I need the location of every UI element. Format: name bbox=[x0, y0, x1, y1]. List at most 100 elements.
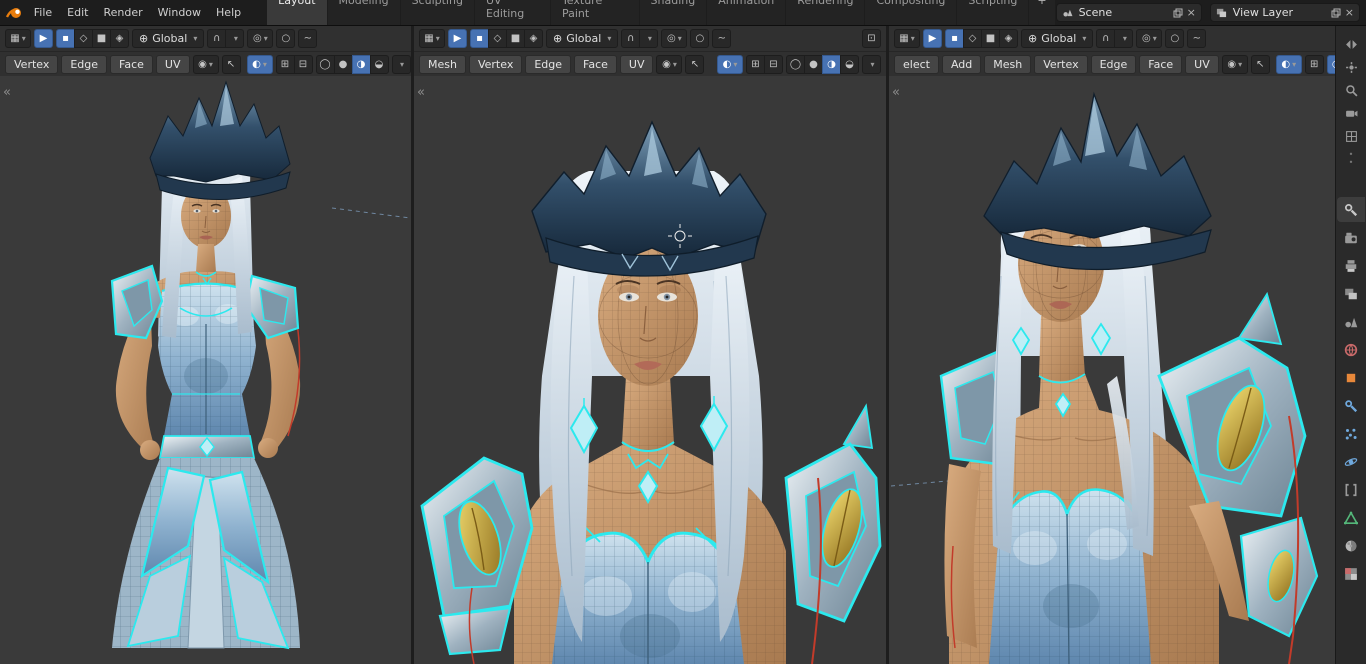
view-layer-selector[interactable]: View Layer × bbox=[1209, 3, 1360, 22]
wireframe-shading-button[interactable]: ◯ bbox=[786, 54, 805, 74]
snap-settings-dropdown[interactable]: ▾ bbox=[225, 29, 245, 48]
tab-particles[interactable] bbox=[1337, 421, 1365, 446]
tab-modifiers[interactable] bbox=[1337, 393, 1365, 418]
menu-edit[interactable]: Edit bbox=[60, 3, 95, 22]
uv-menu-button[interactable]: UV bbox=[1185, 54, 1219, 74]
snap-magnet-icon[interactable]: ∩ bbox=[1096, 29, 1116, 48]
tab-object-data[interactable] bbox=[1337, 505, 1365, 530]
overlays-toggle[interactable]: ⊞ bbox=[746, 54, 765, 74]
solid-shading-button[interactable]: ● bbox=[333, 54, 353, 74]
tab-rendering[interactable]: Rendering bbox=[786, 0, 865, 25]
xray-select-mode-button[interactable]: ◈ bbox=[110, 29, 129, 48]
scene-selector[interactable]: Scene × bbox=[1055, 3, 1202, 22]
menu-window[interactable]: Window bbox=[151, 3, 208, 22]
3d-viewport-canvas-3[interactable]: « bbox=[889, 76, 1335, 664]
xray-toggle[interactable]: ⊟ bbox=[293, 54, 313, 74]
tab-scene[interactable] bbox=[1337, 309, 1365, 334]
collapse-panel-icon[interactable]: « bbox=[3, 86, 11, 99]
camera-view-icon[interactable] bbox=[1339, 103, 1363, 123]
add-menu-button[interactable]: Add bbox=[941, 54, 982, 74]
transform-orientation-dropdown[interactable]: ⊕ Global ▾ bbox=[546, 29, 619, 48]
mesh-menu-button[interactable]: Mesh bbox=[419, 54, 466, 74]
snap-magnet-icon[interactable]: ∩ bbox=[621, 29, 641, 48]
proportional-editing-toggle[interactable]: ○ bbox=[1165, 29, 1185, 48]
select-cursor-icon[interactable]: ↖ bbox=[221, 54, 241, 74]
tab-uv-editing[interactable]: UV Editing bbox=[474, 0, 550, 25]
remove-view-layer-icon[interactable]: × bbox=[1345, 6, 1354, 19]
face-select-mode-button[interactable]: ■ bbox=[506, 29, 525, 48]
tab-texture-paint[interactable]: Texture Paint bbox=[550, 0, 639, 25]
unlink-scene-icon[interactable]: × bbox=[1187, 6, 1196, 19]
menu-render[interactable]: Render bbox=[96, 3, 149, 22]
material-shading-button[interactable]: ◑ bbox=[1326, 54, 1335, 74]
expand-arrows-icon[interactable] bbox=[1339, 34, 1363, 54]
tab-layout[interactable]: Layout bbox=[267, 0, 327, 25]
editor-type-button[interactable]: ▦ ▾ bbox=[5, 29, 31, 48]
grid-toggle-icon[interactable] bbox=[1339, 126, 1363, 146]
face-select-mode-button[interactable]: ■ bbox=[92, 29, 111, 48]
snap-settings-dropdown[interactable]: ▾ bbox=[639, 29, 659, 48]
select-cursor-icon[interactable]: ↖ bbox=[685, 54, 705, 74]
select-menu-button[interactable]: elect bbox=[894, 54, 939, 74]
overlays-toggle[interactable]: ⊞ bbox=[1304, 54, 1324, 74]
transform-orientation-dropdown[interactable]: ⊕ Global ▾ bbox=[1021, 29, 1094, 48]
pivot-point-dropdown[interactable]: ◎ ▾ bbox=[247, 29, 274, 48]
edge-menu-button[interactable]: Edge bbox=[1090, 54, 1137, 74]
tab-texture[interactable] bbox=[1337, 561, 1365, 586]
browse-scene-icon[interactable] bbox=[1062, 7, 1073, 18]
pivot-point-dropdown[interactable]: ◎ ▾ bbox=[661, 29, 688, 48]
axis-gizmo-icon[interactable] bbox=[1339, 57, 1363, 77]
xray-select-mode-button[interactable]: ◈ bbox=[999, 29, 1018, 48]
tab-compositing[interactable]: Compositing bbox=[865, 0, 957, 25]
material-shading-button[interactable]: ◑ bbox=[822, 54, 841, 74]
wireframe-shading-button[interactable]: ◯ bbox=[315, 54, 335, 74]
tab-shading[interactable]: Shading bbox=[639, 0, 707, 25]
tweak-tool-button[interactable]: ▶ bbox=[923, 29, 942, 48]
tab-view-layer[interactable] bbox=[1337, 281, 1365, 306]
mesh-menu-button[interactable]: Mesh bbox=[984, 54, 1032, 74]
vertex-menu-button[interactable]: Vertex bbox=[468, 54, 523, 74]
uv-menu-button[interactable]: UV bbox=[155, 54, 190, 74]
material-shading-button[interactable]: ◑ bbox=[351, 54, 371, 74]
tab-object[interactable] bbox=[1337, 365, 1365, 390]
add-workspace-button[interactable]: + bbox=[1029, 0, 1055, 25]
new-view-layer-icon[interactable] bbox=[1331, 8, 1341, 18]
edge-menu-button[interactable]: Edge bbox=[525, 54, 572, 74]
vertex-select-mode-button[interactable]: ▪ bbox=[470, 29, 489, 48]
tab-render[interactable] bbox=[1337, 225, 1365, 250]
visibility-dropdown[interactable]: ◉ ▾ bbox=[192, 54, 219, 74]
shading-settings-dropdown[interactable]: ▾ bbox=[862, 54, 881, 74]
collapse-panel-icon[interactable]: « bbox=[417, 86, 425, 99]
proportional-editing-toggle[interactable]: ○ bbox=[690, 29, 710, 48]
tab-modeling[interactable]: Modeling bbox=[327, 0, 400, 25]
collapse-panel-icon[interactable]: « bbox=[892, 86, 900, 99]
edge-menu-button[interactable]: Edge bbox=[61, 54, 108, 74]
tab-output[interactable] bbox=[1337, 253, 1365, 278]
material-preview-dropdown[interactable]: ◐ ▾ bbox=[246, 54, 273, 74]
tab-physics[interactable] bbox=[1337, 449, 1365, 474]
rendered-shading-button[interactable]: ◒ bbox=[840, 54, 859, 74]
xray-select-mode-button[interactable]: ◈ bbox=[524, 29, 543, 48]
snap-magnet-icon[interactable]: ∩ bbox=[207, 29, 227, 48]
tab-constraints[interactable] bbox=[1337, 477, 1365, 502]
editor-type-button[interactable]: ▦ ▾ bbox=[419, 29, 445, 48]
uv-menu-button[interactable]: UV bbox=[619, 54, 654, 74]
overlays-toggle[interactable]: ⊞ bbox=[275, 54, 295, 74]
magnifier-icon[interactable] bbox=[1339, 80, 1363, 100]
menu-file[interactable]: File bbox=[27, 3, 59, 22]
tab-tool[interactable] bbox=[1337, 197, 1365, 222]
editor-type-button[interactable]: ▦ ▾ bbox=[894, 29, 920, 48]
pivot-point-dropdown[interactable]: ◎ ▾ bbox=[1136, 29, 1163, 48]
proportional-falloff-dropdown[interactable]: ∼ bbox=[1187, 29, 1207, 48]
face-menu-button[interactable]: Face bbox=[110, 54, 153, 74]
tweak-tool-button[interactable]: ▶ bbox=[448, 29, 467, 48]
proportional-falloff-dropdown[interactable]: ∼ bbox=[298, 29, 318, 48]
material-preview-dropdown[interactable]: ◐ ▾ bbox=[1275, 54, 1302, 74]
proportional-falloff-dropdown[interactable]: ∼ bbox=[712, 29, 732, 48]
transform-orientation-dropdown[interactable]: ⊕ Global ▾ bbox=[132, 29, 205, 48]
tab-animation[interactable]: Animation bbox=[707, 0, 786, 25]
vertex-menu-button[interactable]: Vertex bbox=[5, 54, 59, 74]
xray-toggle[interactable]: ⊟ bbox=[764, 54, 783, 74]
blender-logo-icon[interactable] bbox=[4, 4, 24, 22]
visibility-dropdown[interactable]: ◉ ▾ bbox=[1221, 54, 1248, 74]
